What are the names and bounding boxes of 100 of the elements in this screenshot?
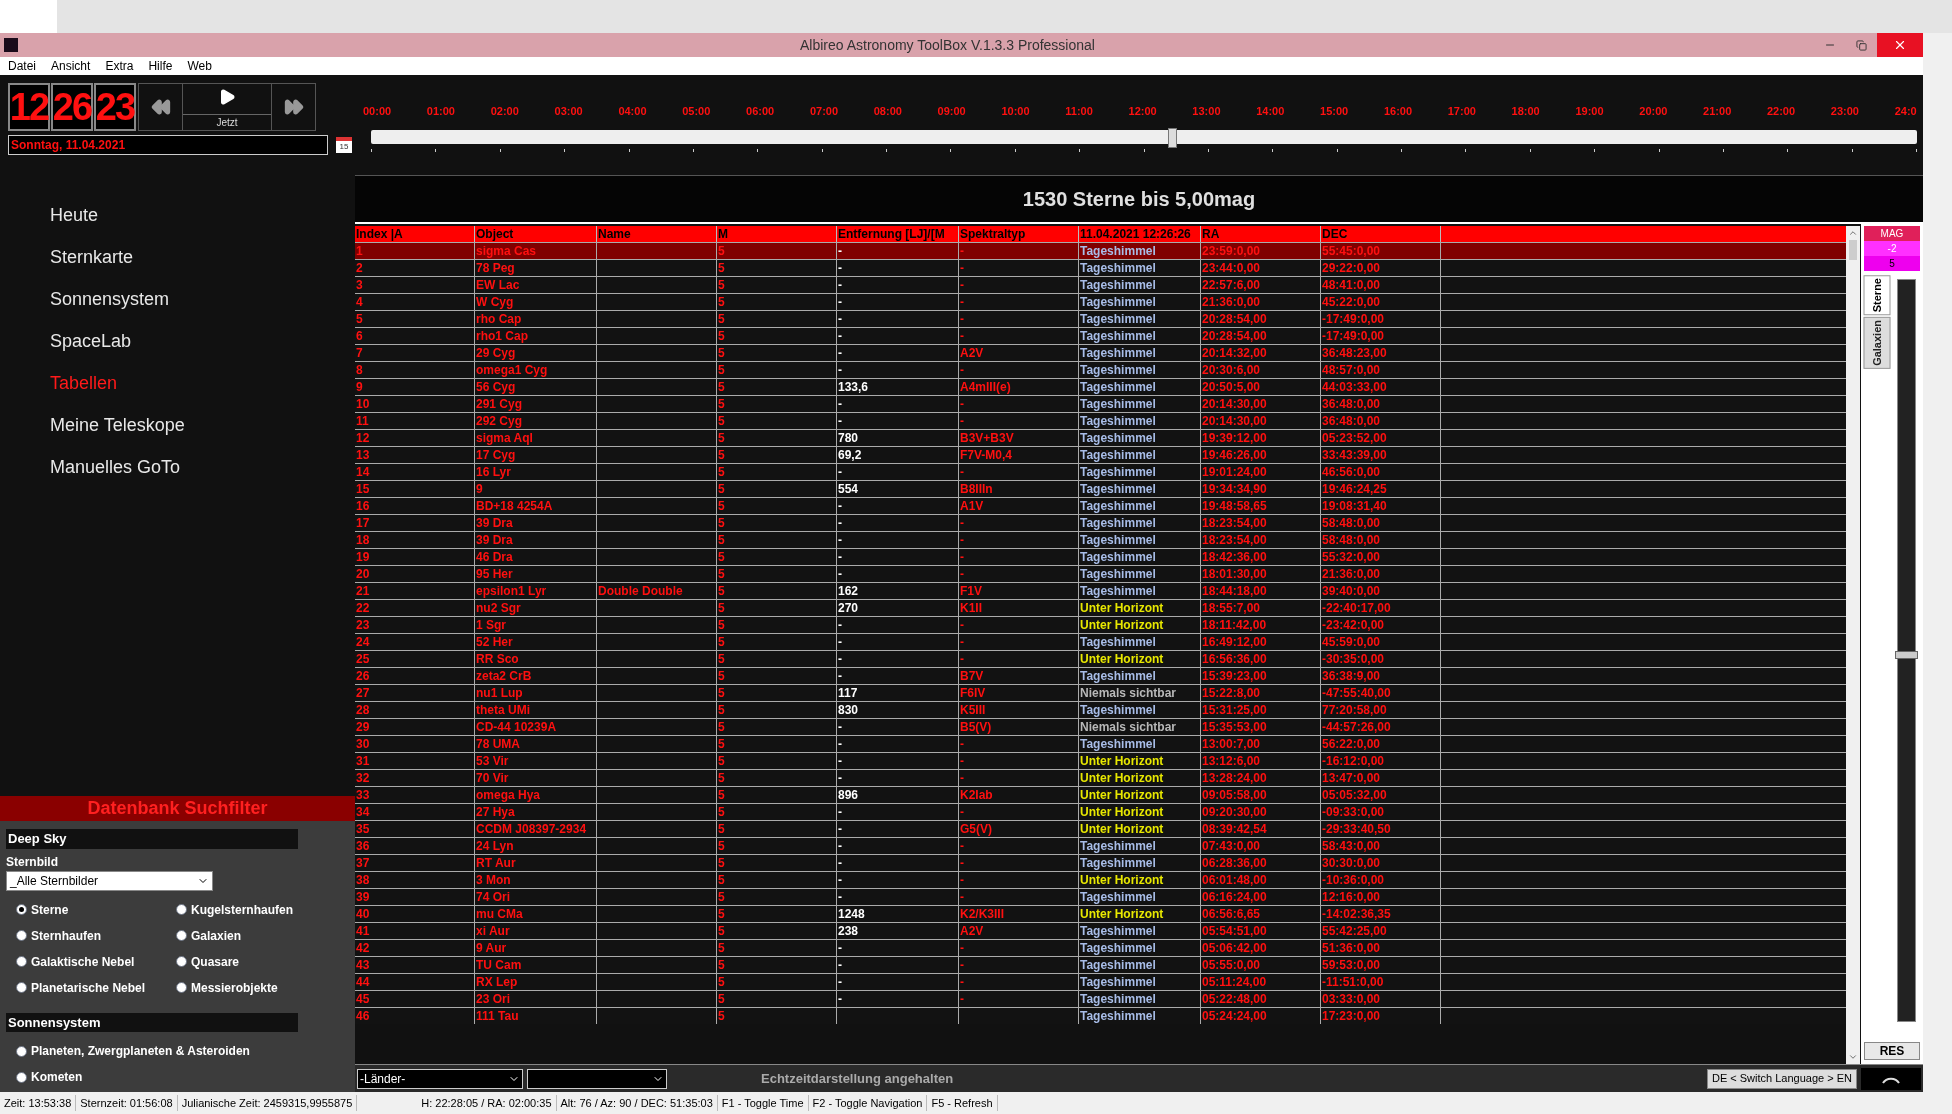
- table-row[interactable]: 32 70 Vir 5 - - Unter Horizont 13:28:24,00 13:47:0,00: [355, 769, 1846, 786]
- radio-button[interactable]: [16, 956, 27, 967]
- table-row[interactable]: 22 nu2 Sgr 5 270 K1II Unter Horizont 18:55:7,00 -22:40:17,00: [355, 599, 1846, 616]
- time-slider[interactable]: [371, 127, 1917, 148]
- table-row[interactable]: 39 74 Ori 5 - - Tageshimmel 06:16:24,00 12:16:0,00: [355, 888, 1846, 905]
- radio-label: Planeten, Zwergplaneten & Asteroiden: [31, 1043, 250, 1060]
- menu-item[interactable]: Ansicht: [51, 57, 91, 75]
- vertical-tab[interactable]: Galaxien: [1864, 317, 1891, 370]
- hour-label: 12:00: [1128, 104, 1157, 119]
- table-row[interactable]: 8 omega1 Cyg 5 - - Tageshimmel 20:30:6,00 48:57:0,00: [355, 361, 1846, 378]
- nav-item[interactable]: Sternkarte: [50, 245, 355, 269]
- table-row[interactable]: 45 23 Ori 5 - - Tageshimmel 05:22:48,00 03:33:0,00: [355, 990, 1846, 1007]
- table-row[interactable]: 35 CCDM J08397-2934 5 - G5(V) Unter Horizont 08:39:42,54 -29:33:40,50: [355, 820, 1846, 837]
- hour-label: 08:00: [873, 104, 902, 119]
- calendar-button[interactable]: 15: [336, 137, 352, 153]
- table-row[interactable]: 14 16 Lyr 5 - - Tageshimmel 19:01:24,00 46:56:0,00: [355, 463, 1846, 480]
- table-row[interactable]: 42 9 Aur 5 - - Tageshimmel 05:06:42,00 51:36:0,00: [355, 939, 1846, 956]
- table-row[interactable]: 34 27 Hya 5 - - Unter Horizont 09:20:30,00 -09:33:0,00: [355, 803, 1846, 820]
- table-row[interactable]: 36 24 Lyn 5 - - Tageshimmel 07:43:0,00 58:43:0,00: [355, 837, 1846, 854]
- clock-digits: 12: [8, 83, 50, 131]
- table-row[interactable]: 21 epsilon1 Lyr Double Double 5 162 F1V Tageshimmel 18:44:18,00 39:40:0,00: [355, 582, 1846, 599]
- table-row[interactable]: 18 39 Dra 5 - - Tageshimmel 18:23:54,00 58:48:0,00: [355, 531, 1846, 548]
- hour-label: 02:00: [490, 104, 519, 119]
- menu-item[interactable]: Extra: [105, 57, 134, 75]
- table-row[interactable]: 11 292 Cyg 5 - - Tageshimmel 20:14:30,00 36:48:0,00: [355, 412, 1846, 429]
- table-row[interactable]: 25 RR Sco 5 - - Unter Horizont 16:56:36,00 -30:35:0,00: [355, 650, 1846, 667]
- table-row[interactable]: 44 RX Lep 5 - - Tageshimmel 05:11:24,00 -11:51:0,00: [355, 973, 1846, 990]
- table-row[interactable]: 12 sigma Aql 5 780 B3V+B3V Tageshimmel 19:39:12,00 05:23:52,00: [355, 429, 1846, 446]
- table-row[interactable]: 6 rho1 Cap 5 - - Tageshimmel 20:28:54,00 -17:49:0,00: [355, 327, 1846, 344]
- hour-label: 22:00: [1766, 104, 1796, 119]
- table-row[interactable]: 40 mu CMa 5 1248 K2/K3III Unter Horizont 06:56:6,65 -14:02:36,35: [355, 905, 1846, 922]
- radio-label: Kugelsternhaufen: [191, 901, 293, 919]
- constellation-dropdown[interactable]: _Alle Sternbilder: [6, 870, 213, 891]
- nav-item[interactable]: Sonnensystem: [50, 287, 355, 311]
- table-row[interactable]: 17 39 Dra 5 - - Tageshimmel 18:23:54,00 58:48:0,00: [355, 514, 1846, 531]
- radio-button[interactable]: [16, 930, 27, 941]
- scroll-thumb[interactable]: [1849, 240, 1857, 260]
- table-row[interactable]: 16 BD+18 4254A 5 - A1V Tageshimmel 19:48:58,65 19:08:31,40: [355, 497, 1846, 514]
- scroll-down-icon[interactable]: [1848, 1052, 1858, 1062]
- table-row[interactable]: 41 xi Aur 5 238 A2V Tageshimmel 05:54:51,00 55:42:25,00: [355, 922, 1846, 939]
- reset-button[interactable]: RES: [1864, 1042, 1920, 1060]
- table-row[interactable]: 20 95 Her 5 - - Tageshimmel 18:01:30,00 21:36:0,00: [355, 565, 1846, 582]
- menu-item[interactable]: Datei: [8, 57, 36, 75]
- table-row[interactable]: 26 zeta2 CrB 5 - B7V Tageshimmel 15:39:23,00 36:38:9,00: [355, 667, 1846, 684]
- date-field[interactable]: Sonntag, 11.04.2021: [8, 135, 328, 155]
- nav-item[interactable]: Manuelles GoTo: [50, 455, 355, 479]
- radio-label: Planetarische Nebel: [31, 979, 146, 997]
- nav-item[interactable]: Tabellen: [50, 371, 355, 395]
- app-icon: [4, 38, 18, 52]
- table-cell: 17:23:0,00: [1321, 1008, 1441, 1024]
- radio-button[interactable]: [16, 1045, 27, 1057]
- scroll-up-icon[interactable]: [1848, 228, 1858, 238]
- table-row[interactable]: 24 52 Her 5 - - Tageshimmel 16:49:12,00 45:59:0,00: [355, 633, 1846, 650]
- table-row[interactable]: 30 78 UMA 5 - - Tageshimmel 13:00:7,00 56:22:0,00: [355, 735, 1846, 752]
- table-row[interactable]: 31 53 Vir 5 - - Unter Horizont 13:12:6,00 -16:12:0,00: [355, 752, 1846, 769]
- radio-button[interactable]: [16, 982, 27, 993]
- table-row[interactable]: 9 56 Cyg 5 133,6 A4mIII(e) Tageshimmel 20:50:5,00 44:03:33,00: [355, 378, 1846, 395]
- nav-item[interactable]: Heute: [50, 203, 355, 227]
- table-row[interactable]: 7 29 Cyg 5 - A2V Tageshimmel 20:14:32,00 36:48:23,00: [355, 344, 1846, 361]
- table-row[interactable]: 43 TU Cam 5 - - Tageshimmel 05:55:0,00 59:53:0,00: [355, 956, 1846, 973]
- radio-label: Galaktische Nebel: [31, 953, 135, 971]
- country-dropdown[interactable]: -Länder-: [357, 1068, 523, 1089]
- table-row[interactable]: 23 1 Sgr 5 - - Unter Horizont 18:11:42,00 -23:42:0,00: [355, 616, 1846, 633]
- vertical-tab[interactable]: Sterne: [1864, 275, 1891, 316]
- table-row[interactable]: 33 omega Hya 5 896 K2Iab Unter Horizont 09:05:58,00 05:05:32,00: [355, 786, 1846, 803]
- magnitude-slider[interactable]: [1896, 279, 1916, 1022]
- nav-item[interactable]: SpaceLab: [50, 329, 355, 353]
- hour-label: 05:00: [682, 104, 711, 119]
- hour-label: 09:00: [937, 104, 966, 119]
- restore-icon[interactable]: [1856, 39, 1867, 51]
- table-row[interactable]: 28 theta UMi 5 830 K5III Tageshimmel 15:31:25,00 77:20:58,00: [355, 701, 1846, 718]
- table-row[interactable]: 4 W Cyg 5 - - Tageshimmel 21:36:0,00 45:22:0,00: [355, 293, 1846, 310]
- radio-button[interactable]: [16, 1071, 27, 1083]
- status-text: F2 - Toggle Navigation: [808, 1094, 928, 1112]
- table-row[interactable]: 15 9 5 554 B8IIIn Tageshimmel 19:34:34,90 19:46:24,25: [355, 480, 1846, 497]
- table-row[interactable]: 13 17 Cyg 5 69,2 F7V-M0,4 Tageshimmel 19:46:26,00 33:43:39,00: [355, 446, 1846, 463]
- scrollbar[interactable]: [1846, 226, 1860, 1064]
- table-cell: 05:24:24,00: [1201, 1008, 1321, 1024]
- menu-item[interactable]: Hilfe: [148, 57, 173, 75]
- table-row[interactable]: 2 78 Peg 5 - - Tageshimmel 23:44:0,00 29:22:0,00: [355, 259, 1846, 276]
- hour-label: 10:00: [1001, 104, 1030, 119]
- table-row[interactable]: 10 291 Cyg 5 - - Tageshimmel 20:14:30,00 36:48:0,00: [355, 395, 1846, 412]
- table-row[interactable]: 27 nu1 Lup 5 117 F6IV Niemals sichtbar 15:22:8,00 -47:55:40,00: [355, 684, 1846, 701]
- table-row[interactable]: 19 46 Dra 5 - - Tageshimmel 18:42:36,00 55:32:0,00: [355, 548, 1846, 565]
- region-dropdown[interactable]: [527, 1068, 667, 1089]
- nav-item[interactable]: Meine Teleskope: [50, 413, 355, 437]
- table-row[interactable]: 38 3 Mon 5 - - Unter Horizont 06:01:48,00 -10:36:0,00: [355, 871, 1846, 888]
- table-row[interactable]: 29 CD-44 10239A 5 - B5(V) Niemals sichtbar 15:35:53,00 -44:57:26,00: [355, 718, 1846, 735]
- language-button[interactable]: DE < Switch Language > EN: [1706, 1068, 1857, 1089]
- radio-button[interactable]: [176, 982, 187, 993]
- table-row[interactable]: 37 RT Aur 5 - - Tageshimmel 06:28:36,00 30:30:0,00: [355, 854, 1846, 871]
- menu-item[interactable]: Web: [187, 57, 212, 75]
- radio-button[interactable]: [16, 904, 27, 915]
- table-row[interactable]: 46 111 Tau 5 Tageshimmel 05:24:24,00 17:23:0,00: [355, 1007, 1846, 1024]
- radio-button[interactable]: [176, 904, 187, 915]
- table-row[interactable]: 1 sigma Cas 5 - - Tageshimmel 23:59:0,00 55:45:0,00: [355, 242, 1846, 259]
- radio-button[interactable]: [176, 956, 187, 967]
- radio-button[interactable]: [176, 930, 187, 941]
- table-row[interactable]: 5 rho Cap 5 - - Tageshimmel 20:28:54,00 -17:49:0,00: [355, 310, 1846, 327]
- table-row[interactable]: 3 EW Lac 5 - - Tageshimmel 22:57:6,00 48:41:0,00: [355, 276, 1846, 293]
